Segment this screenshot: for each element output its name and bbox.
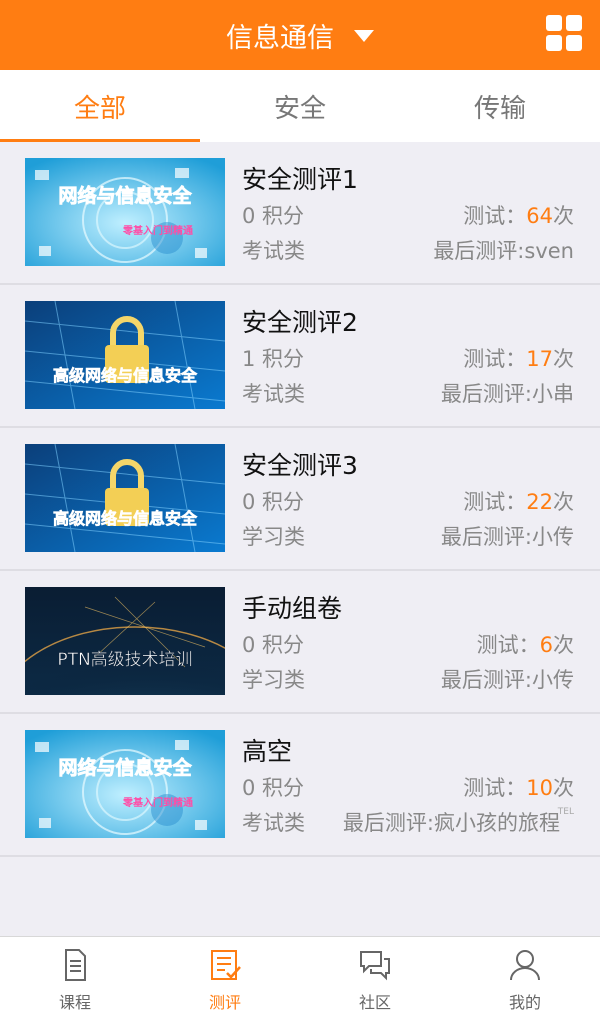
- svg-text:高级网络与信息安全: 高级网络与信息安全: [53, 509, 198, 528]
- tab-transmission[interactable]: 传输: [400, 70, 600, 142]
- nav-label: 测评: [208, 993, 241, 1012]
- tab-security[interactable]: 安全: [200, 70, 400, 142]
- svg-text:高级网络与信息安全: 高级网络与信息安全: [53, 366, 198, 385]
- item-category: 考试类: [242, 811, 305, 835]
- item-category: 学习类: [242, 525, 305, 549]
- dropdown-caret-icon: [354, 30, 374, 42]
- list-item[interactable]: 高级网络与信息安全 安全测评2 1 积分 测试：17次 考试类 最后测评:小串: [0, 285, 600, 428]
- list-item[interactable]: 高级网络与信息安全 安全测评3 0 积分 测试：22次 学习类 最后测评:小传: [0, 428, 600, 571]
- top-bar: 信息通信: [0, 0, 600, 70]
- nav-mine[interactable]: 我的: [450, 937, 600, 1021]
- nav-courses[interactable]: 课程: [0, 937, 150, 1021]
- nav-label: 社区: [358, 993, 391, 1012]
- list-item[interactable]: 网络与信息安全 零基入门到精通 高空 0 积分 测试：10次 考试类 最后测评:…: [0, 714, 600, 857]
- assessment-list: 网络与信息安全 零基入门到精通 安全测评1 0 积分 测试：64次 考试类 最后…: [0, 142, 600, 857]
- item-title: 安全测评1: [242, 165, 358, 194]
- svg-text:零基入门到精通: 零基入门到精通: [122, 796, 193, 809]
- item-last-tester: 最后测评:小传: [440, 525, 574, 549]
- course-thumbnail: PTN高级技术培训: [25, 587, 225, 695]
- page-title: 信息通信: [226, 22, 334, 54]
- item-last-tester: 最后测评:小传: [440, 668, 574, 692]
- item-title: 手动组卷: [242, 594, 343, 623]
- item-last-tester: 最后测评:疯小孩的旅程: [342, 811, 560, 835]
- item-test-count: 测试：10次: [463, 776, 574, 800]
- item-category: 考试类: [242, 239, 305, 263]
- user-icon: [510, 950, 540, 981]
- item-last-tester: 最后测评:sven: [433, 239, 574, 263]
- document-icon: [65, 949, 86, 981]
- item-points: 1 积分: [242, 347, 305, 371]
- svg-text:网络与信息安全: 网络与信息安全: [58, 184, 192, 207]
- item-title: 安全测评2: [242, 308, 358, 337]
- item-test-count: 测试：6次: [476, 633, 574, 657]
- grid-menu-icon[interactable]: [546, 15, 582, 51]
- list-item[interactable]: PTN高级技术培训 手动组卷 0 积分 测试：6次 学习类 最后测评:小传: [0, 571, 600, 714]
- item-last-tester: 最后测评:小串: [440, 382, 574, 406]
- checklist-icon: [211, 950, 241, 980]
- item-points: 0 积分: [242, 633, 305, 657]
- item-category: 学习类: [242, 668, 305, 692]
- item-points: 0 积分: [242, 490, 305, 514]
- item-points: 0 积分: [242, 204, 305, 228]
- nav-community[interactable]: 社区: [300, 937, 450, 1021]
- svg-text:PTN高级技术培训: PTN高级技术培训: [57, 650, 192, 670]
- item-test-count: 测试：64次: [463, 204, 574, 228]
- item-title: 安全测评3: [242, 451, 358, 480]
- tel-badge: TEL: [557, 807, 574, 817]
- filter-tabs: 全部 安全 传输: [0, 70, 600, 142]
- course-thumbnail: 高级网络与信息安全: [25, 444, 225, 552]
- tab-all[interactable]: 全部: [0, 70, 200, 142]
- item-test-count: 测试：22次: [463, 490, 574, 514]
- course-thumbnail: 网络与信息安全 零基入门到精通: [25, 730, 225, 838]
- svg-text:网络与信息安全: 网络与信息安全: [58, 756, 192, 779]
- nav-assessment[interactable]: 测评: [150, 937, 300, 1021]
- item-category: 考试类: [242, 382, 305, 406]
- chat-icon: [360, 951, 390, 981]
- item-points: 0 积分: [242, 776, 305, 800]
- bottom-navigation: 课程 测评 社区 我的: [0, 936, 600, 1021]
- item-title: 高空: [242, 737, 293, 766]
- nav-label: 课程: [58, 993, 91, 1012]
- svg-text:零基入门到精通: 零基入门到精通: [122, 224, 193, 237]
- category-dropdown[interactable]: 信息通信: [0, 0, 600, 70]
- course-thumbnail: 高级网络与信息安全: [25, 301, 225, 409]
- course-thumbnail: 网络与信息安全 零基入门到精通: [25, 158, 225, 266]
- nav-label: 我的: [508, 993, 541, 1012]
- item-test-count: 测试：17次: [463, 347, 574, 371]
- list-item[interactable]: 网络与信息安全 零基入门到精通 安全测评1 0 积分 测试：64次 考试类 最后…: [0, 142, 600, 285]
